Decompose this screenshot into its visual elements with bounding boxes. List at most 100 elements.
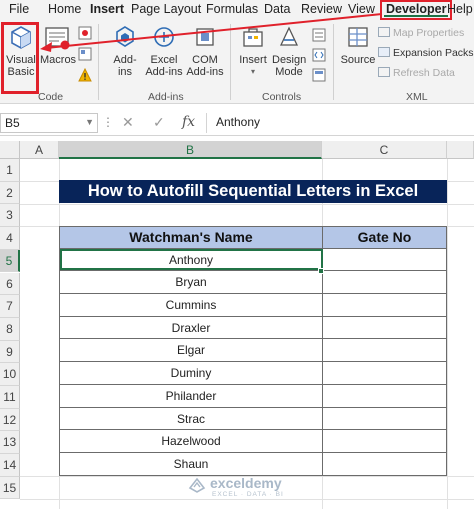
cell-name[interactable]: Strac (60, 407, 323, 430)
row-header-4[interactable]: 4 (0, 227, 20, 250)
visual-basic-highlight (1, 22, 39, 94)
cell-name[interactable]: Philander (60, 384, 323, 407)
map-properties-label: Map Properties (393, 27, 465, 39)
select-all-corner[interactable] (0, 141, 20, 159)
macros-button[interactable]: Macros (40, 24, 77, 66)
view-code-button[interactable] (310, 48, 328, 65)
tab-home[interactable]: Home (48, 0, 81, 20)
header-gate-no[interactable]: Gate No (323, 227, 446, 248)
enter-icon[interactable]: ✓ (153, 114, 165, 131)
tab-help[interactable]: Help (447, 0, 473, 20)
gridline (20, 204, 474, 205)
cell-gate[interactable] (323, 385, 446, 407)
row-header-13[interactable]: 13 (0, 431, 20, 455)
formula-input[interactable]: Anthony (206, 113, 474, 133)
insert-control-button[interactable]: Insert ▾ (236, 24, 270, 78)
header-watchman-name[interactable]: Watchman's Name (60, 227, 323, 248)
row-header-2[interactable]: 2 (0, 181, 20, 205)
cell-gate[interactable] (323, 294, 446, 316)
more-icon: ⋮ (102, 115, 114, 129)
tab-review[interactable]: Review (301, 0, 342, 20)
source-icon (348, 27, 368, 47)
design-mode-label-2: Mode (275, 66, 303, 78)
column-header-c[interactable]: C (322, 141, 447, 159)
cancel-icon[interactable]: ✕ (122, 114, 134, 131)
cell-name[interactable]: Bryan (60, 271, 323, 294)
map-properties-icon (378, 27, 390, 37)
excel-add-ins-button[interactable]: Excel Add-ins (144, 24, 184, 78)
record-macro-button[interactable] (77, 26, 93, 43)
fill-handle[interactable] (318, 268, 324, 274)
name-box[interactable]: B5 ▼ (0, 113, 98, 133)
table-row: Draxler (59, 316, 447, 340)
cell-gate[interactable] (323, 339, 446, 361)
cell-name[interactable]: Elgar (60, 339, 323, 362)
expansion-packs-label: Expansion Packs (393, 47, 474, 59)
column-header-b[interactable]: B (59, 141, 322, 159)
table-row: Philander (59, 384, 447, 408)
tab-file[interactable]: File (9, 0, 29, 20)
row-header-11[interactable]: 11 (0, 386, 20, 409)
column-header-a[interactable]: A (20, 141, 59, 159)
insert-function-icon[interactable]: fx (182, 114, 195, 130)
com-add-ins-button[interactable]: COM Add-ins (185, 24, 225, 78)
cell-name-selected[interactable]: Anthony (60, 248, 323, 271)
tab-developer[interactable]: Developer (380, 0, 453, 20)
properties-button[interactable] (310, 28, 328, 45)
row-header-14[interactable]: 14 (0, 454, 20, 477)
macro-security-button[interactable] (77, 67, 93, 85)
macros-label: Macros (40, 54, 77, 66)
row-header-5[interactable]: 5 (0, 249, 20, 273)
column-header-d[interactable] (447, 141, 474, 159)
cell-gate[interactable] (323, 362, 446, 384)
row-header-10[interactable]: 10 (0, 363, 20, 386)
cell-name[interactable]: Duminy (60, 362, 323, 384)
chevron-down-icon[interactable]: ▼ (85, 117, 94, 127)
source-button[interactable]: Source (339, 24, 377, 66)
table-header-row: Watchman's Name Gate No (59, 226, 447, 249)
row-header-1[interactable]: 1 (0, 159, 20, 182)
tab-insert[interactable]: Insert (90, 0, 124, 20)
cell-name[interactable]: Draxler (60, 316, 323, 339)
add-ins-button[interactable]: Add- ins (108, 24, 142, 78)
row-header-9[interactable]: 9 (0, 340, 20, 364)
gridline (20, 499, 474, 500)
ribbon-tab-bar: File Home Insert Page Layout Formulas Da… (0, 0, 474, 20)
run-dialog-button[interactable] (310, 68, 328, 85)
com-add-ins-icon (196, 28, 214, 46)
relative-references-icon (78, 47, 92, 61)
macros-icon (45, 27, 70, 50)
cell-gate[interactable] (323, 249, 446, 271)
sheet-title[interactable]: How to Autofill Sequential Letters in Ex… (59, 180, 447, 203)
cell-name[interactable]: Shaun (60, 452, 323, 475)
cell-gate[interactable] (323, 408, 446, 430)
tab-view[interactable]: View (348, 0, 375, 20)
warning-icon (78, 67, 92, 82)
row-header-15[interactable]: 15 (0, 476, 20, 500)
cell-name[interactable]: Cummins (60, 294, 323, 316)
name-box-value: B5 (5, 116, 20, 130)
table-row: Anthony (59, 248, 447, 272)
row-header-6[interactable]: 6 (0, 272, 20, 296)
cell-name[interactable]: Hazelwood (60, 430, 323, 452)
design-mode-button[interactable]: Design Mode (272, 24, 306, 78)
refresh-data-button[interactable]: Refresh Data (378, 67, 455, 79)
record-macro-icon (78, 26, 92, 40)
relative-references-button[interactable] (77, 47, 93, 64)
cell-gate[interactable] (323, 271, 446, 293)
cell-gate[interactable] (323, 317, 446, 339)
watchman-table: Watchman's Name Gate No Anthony Bryan Cu… (59, 226, 447, 476)
cell-gate[interactable] (323, 453, 446, 475)
tab-formulas[interactable]: Formulas (206, 0, 258, 20)
cell-gate[interactable] (323, 430, 446, 452)
tab-page-layout[interactable]: Page Layout (131, 0, 201, 20)
row-header-7[interactable]: 7 (0, 295, 20, 318)
row-header-8[interactable]: 8 (0, 317, 20, 341)
map-properties-button[interactable]: Map Properties (378, 27, 464, 39)
excel-add-ins-label-1: Excel (150, 54, 178, 66)
row-header-3[interactable]: 3 (0, 204, 20, 228)
tab-data[interactable]: Data (264, 0, 290, 20)
row-header-12[interactable]: 12 (0, 408, 20, 432)
expansion-packs-icon (378, 47, 390, 57)
expansion-packs-button[interactable]: Expansion Packs (378, 47, 474, 59)
